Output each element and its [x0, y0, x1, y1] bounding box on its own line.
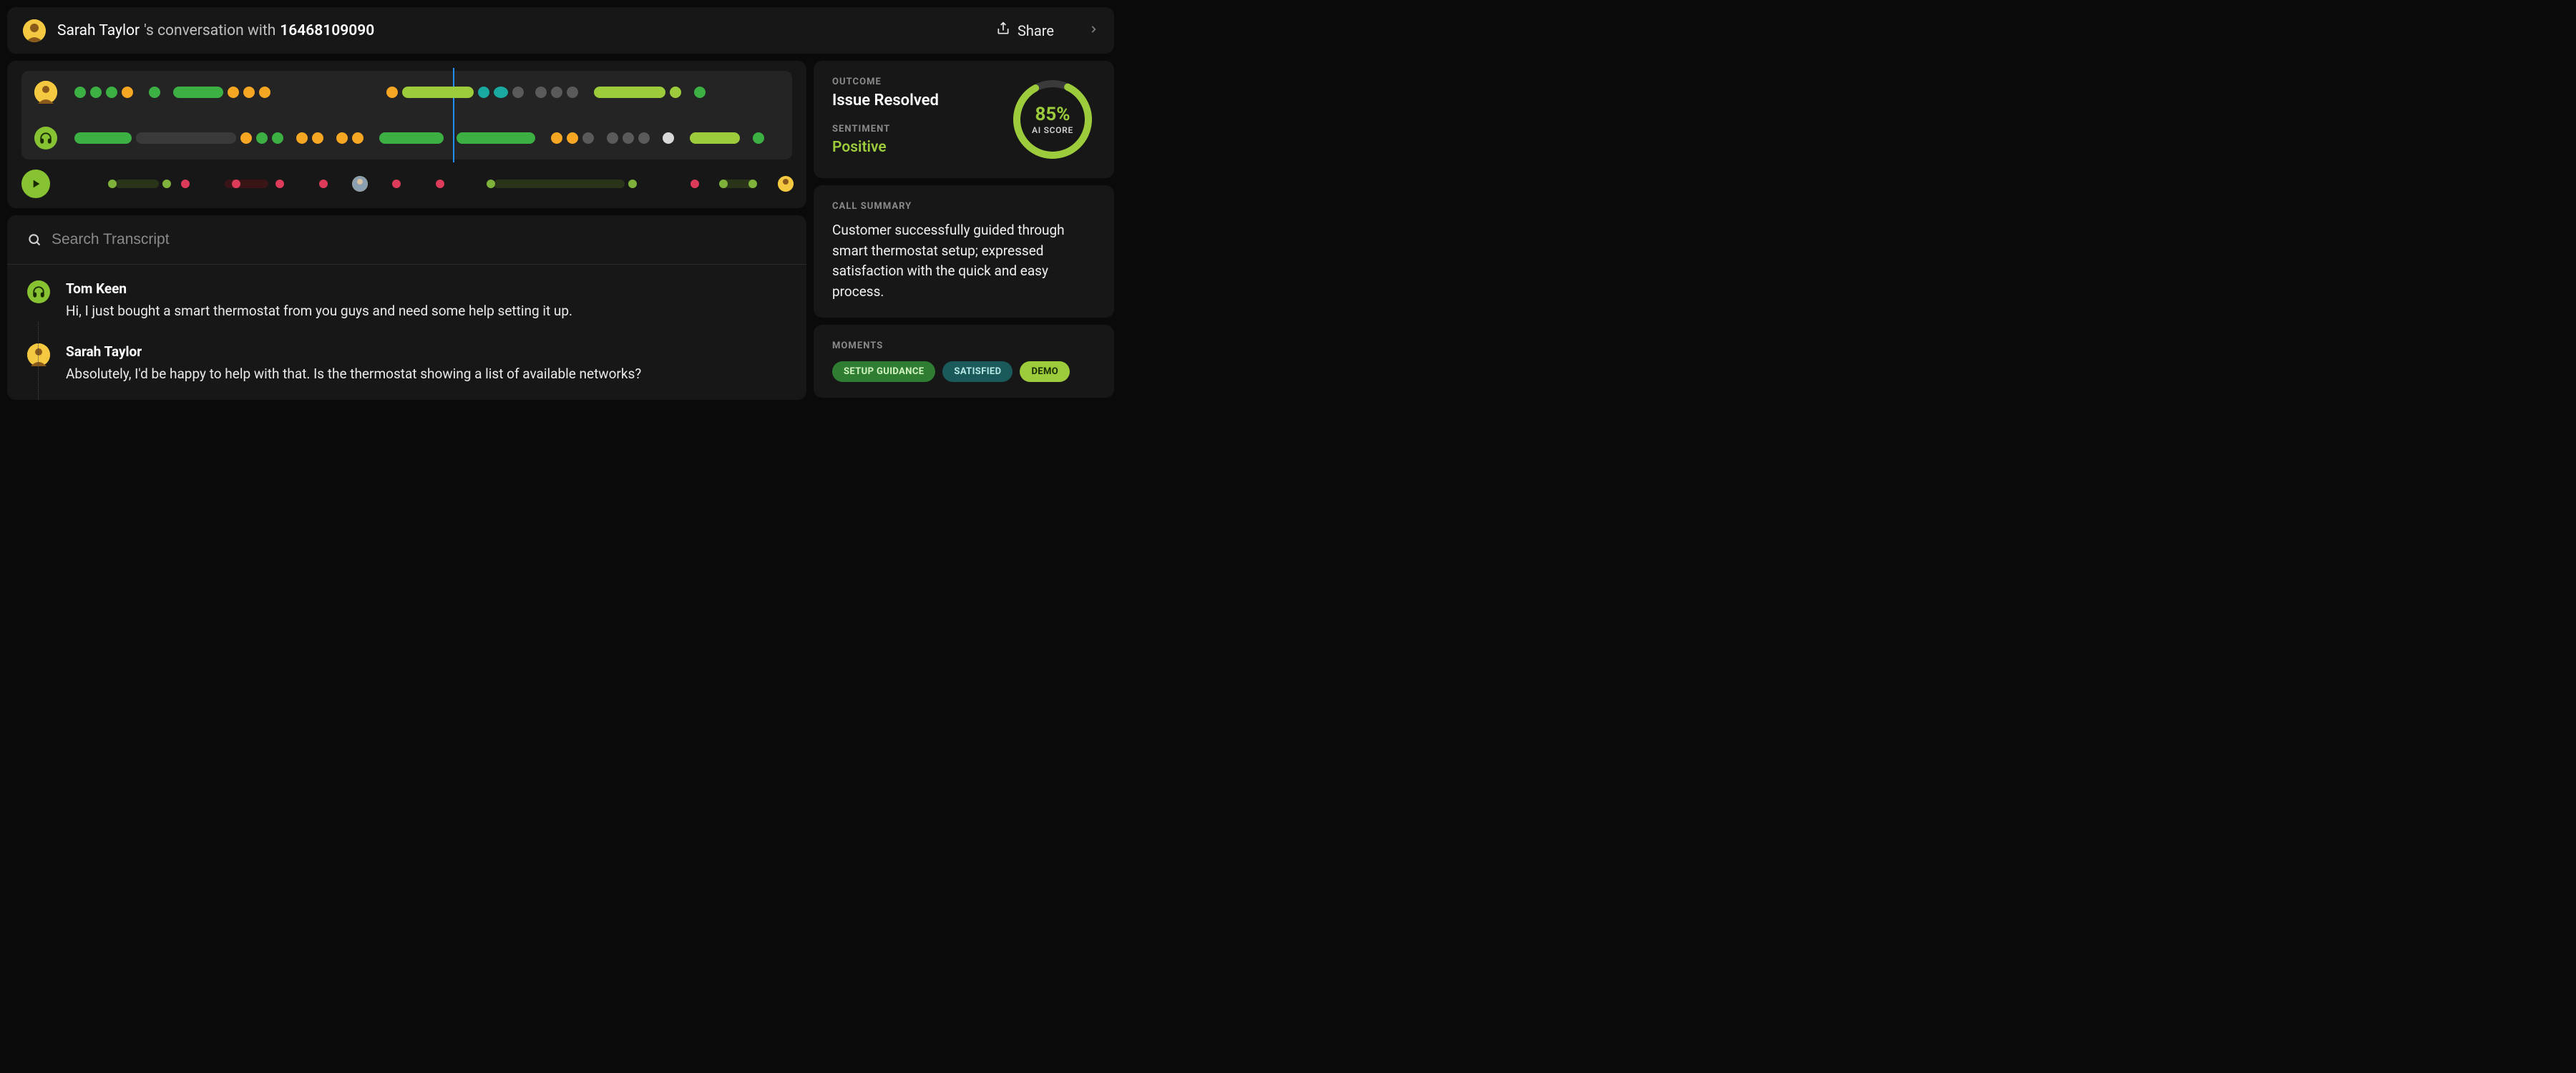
- avatar: [23, 19, 46, 42]
- thread-line: [38, 322, 39, 400]
- marker-avatar[interactable]: [778, 176, 794, 192]
- summary-label: CALL SUMMARY: [832, 201, 1096, 212]
- summary-text: Customer successfully guided through sma…: [832, 220, 1096, 302]
- message-text: Hi, I just bought a smart thermostat fro…: [66, 301, 786, 322]
- search-icon: [27, 232, 42, 247]
- title-number: 16468109090: [280, 22, 374, 39]
- transcript-message: Tom Keen Hi, I just bought a smart therm…: [27, 280, 786, 322]
- play-button[interactable]: [21, 170, 50, 198]
- share-label: Share: [1018, 22, 1054, 39]
- moment-chip[interactable]: DEMO: [1020, 361, 1070, 382]
- ai-score-value: 85%: [1035, 104, 1070, 125]
- page-title: Sarah Taylor 's conversation with 164681…: [57, 22, 374, 39]
- page-header: Sarah Taylor 's conversation with 164681…: [7, 7, 1114, 54]
- ai-score-label: AI SCORE: [1032, 125, 1073, 135]
- summary-panel: CALL SUMMARY Customer successfully guide…: [814, 185, 1114, 318]
- outcome-label: OUTCOME: [832, 77, 939, 87]
- share-icon: [996, 21, 1010, 39]
- title-mid: 's conversation with: [144, 22, 275, 39]
- avatar: [34, 81, 57, 104]
- transcript-list: Tom Keen Hi, I just bought a smart therm…: [7, 265, 806, 400]
- moments-panel: MOMENTS SETUP GUIDANCE SATISFIED DEMO: [814, 325, 1114, 398]
- outcome-value: Issue Resolved: [832, 92, 939, 109]
- playback-row: [21, 170, 792, 198]
- waveform-track[interactable]: [74, 87, 779, 98]
- message-text: Absolutely, I'd be happy to help with th…: [66, 364, 786, 385]
- headphones-icon: [34, 127, 57, 150]
- sentiment-value: Positive: [832, 139, 939, 156]
- message-speaker: Sarah Taylor: [66, 343, 786, 360]
- marker-track[interactable]: [64, 177, 792, 190]
- ai-score-ring: 85% AI SCORE: [1010, 77, 1096, 162]
- moments-label: MOMENTS: [832, 340, 1096, 351]
- waveform-row-customer: [34, 127, 779, 150]
- search-row: [7, 215, 806, 265]
- headphones-icon: [27, 280, 50, 303]
- transcript-message: Sarah Taylor Absolutely, I'd be happy to…: [27, 343, 786, 385]
- message-speaker: Tom Keen: [66, 280, 786, 297]
- waveform-track[interactable]: [74, 132, 779, 144]
- search-input[interactable]: [52, 231, 786, 248]
- transcript-panel: Tom Keen Hi, I just bought a smart therm…: [7, 215, 806, 400]
- play-icon: [30, 178, 42, 190]
- moment-chip[interactable]: SETUP GUIDANCE: [832, 361, 935, 382]
- marker-avatar[interactable]: [352, 176, 368, 192]
- waveform-region[interactable]: [21, 71, 792, 160]
- outcome-panel: OUTCOME Issue Resolved SENTIMENT Positiv…: [814, 61, 1114, 178]
- chevron-right-icon[interactable]: [1088, 24, 1098, 37]
- share-button[interactable]: Share: [990, 17, 1060, 44]
- sentiment-label: SENTIMENT: [832, 124, 939, 134]
- playhead[interactable]: [453, 68, 454, 162]
- title-user: Sarah Taylor: [57, 22, 140, 39]
- waveform-row-agent: [34, 81, 779, 104]
- waveform-panel: [7, 61, 806, 208]
- moment-chip[interactable]: SATISFIED: [942, 361, 1013, 382]
